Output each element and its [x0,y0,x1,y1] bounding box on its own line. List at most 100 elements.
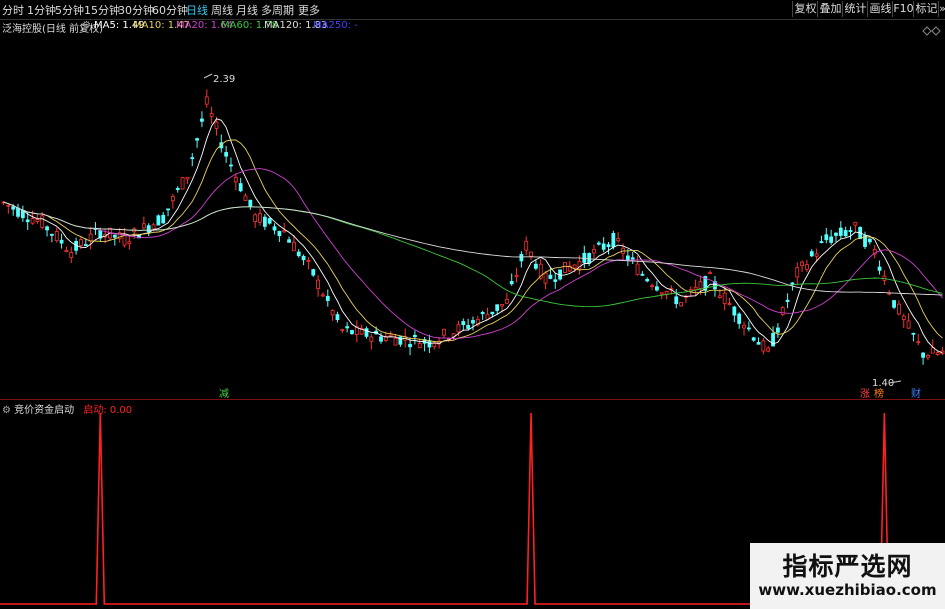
candle-body [587,253,592,264]
candle-body [553,279,558,282]
candle-body [175,188,180,190]
candle-body [35,219,40,222]
candle-body [596,242,601,245]
candle-body [277,230,282,237]
watermark: 指标严选网 www.xuezhibiao.com [750,543,945,609]
candle-body [233,176,238,183]
candle-body [141,223,146,229]
candle-body [548,274,553,279]
watermark-url: www.xuezhibiao.com [758,581,937,599]
candle-body [519,254,524,262]
candle-body [156,215,161,226]
kline-chart[interactable]: 2.39 1.40 减 涨 榜 财 [0,0,945,609]
candle-body [761,340,766,352]
candle-body [45,226,49,231]
candle-body [592,248,596,254]
candle-body [64,249,69,252]
candle-body [834,232,838,236]
candle-body [824,234,829,241]
candle-body [625,255,630,261]
candle-body [809,251,814,257]
candle-body [751,337,756,341]
candle-body [412,334,417,338]
candle-body [267,218,272,224]
candle-body [40,215,45,228]
indicator-value: 启动: 0.00 [83,405,133,416]
candle-body [200,118,204,122]
diamond-icon-2[interactable] [931,26,941,36]
candle-body [185,176,190,180]
candle-body [253,214,258,222]
candle-body [911,332,916,335]
candle-body [282,230,287,233]
candle-body [166,208,170,211]
candle-body [364,328,369,337]
candle-body [316,279,321,289]
candle-body [892,300,896,308]
candle-body [258,213,262,223]
candle-body [224,152,229,157]
candle-body [529,251,533,257]
candle-body [190,157,195,160]
indicator-gear-icon[interactable]: ⚙ [2,405,11,416]
candle-body [853,221,858,226]
candle-body [606,244,611,248]
low-price-label: 1.40 [872,378,894,389]
candle-body [204,96,209,105]
candle-body [717,295,722,298]
candle-body [814,253,819,257]
candle-body [30,218,35,224]
candle-body [659,292,664,295]
candle-body [601,243,606,250]
candle-body [664,291,669,295]
candle-body [727,303,732,306]
candle-body [776,327,780,333]
diamond-icon[interactable] [922,26,932,36]
candle-body [708,272,713,275]
candle-body [524,240,529,251]
candle-body [243,195,248,201]
candle-body [229,164,233,167]
candle-body [901,315,906,321]
candle-body [737,313,742,324]
candle-body [127,241,132,245]
candle-body [238,183,243,192]
candle-body [16,207,20,217]
candle-body [369,336,374,342]
candle-body [11,206,16,210]
candle-body [262,216,267,227]
candle-body [563,262,567,273]
candle-body [674,296,679,305]
candle-body [272,226,277,231]
candle-body [630,257,635,260]
candle-body [935,352,940,355]
candle-body [471,320,475,324]
candle-body [301,255,306,261]
candle-body [461,321,466,326]
candle-body [756,342,761,345]
candle-body [466,325,471,329]
candle-body [398,336,403,345]
candle-body [795,267,800,278]
candle-body [645,278,650,282]
candle-body [417,343,422,349]
candle-body [393,337,398,346]
candle-body [340,329,345,332]
candle-body [291,241,296,252]
candle-body [698,281,703,289]
candle-body [350,330,354,335]
candle-body [534,263,538,269]
candle-body [838,227,843,236]
candle-body [746,327,751,330]
candle-body [485,313,490,320]
candle-body [790,282,795,285]
candle-body [504,298,509,304]
candle-body [408,344,412,348]
indicator-title: 竞价资金启动 [14,405,75,416]
candle-body [345,326,350,329]
candle-body [296,251,301,257]
candle-body [311,269,316,276]
candle-body [906,320,911,329]
candlestick-series [1,89,945,365]
candle-body [732,306,737,316]
